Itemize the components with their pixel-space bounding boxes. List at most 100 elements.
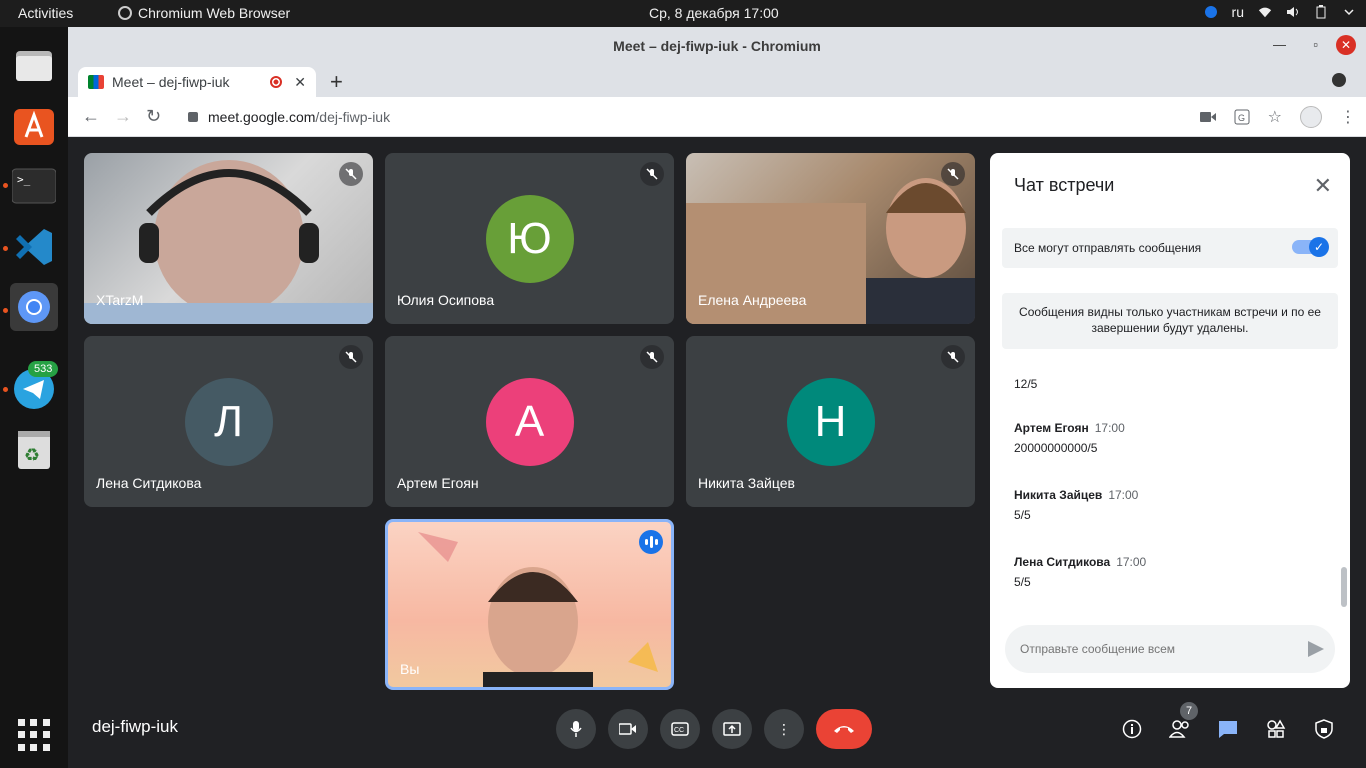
message-text: 20000000000/5	[1014, 441, 1098, 455]
show-applications-icon[interactable]	[18, 719, 50, 751]
mic-toggle-button[interactable]	[556, 709, 596, 749]
meet-stage: XTarzM Ю Юлия Осипова Елена Андреева Л Л…	[68, 137, 1366, 768]
vscode-icon[interactable]	[10, 223, 58, 271]
keyboard-layout[interactable]: ru	[1232, 4, 1244, 20]
chat-message-input[interactable]	[1005, 625, 1335, 673]
leave-call-button[interactable]	[816, 709, 872, 749]
present-screen-button[interactable]	[712, 709, 752, 749]
meeting-code: dej-fiwp-iuk	[92, 717, 178, 736]
window-title-bar: Meet – dej-fiwp-iuk - Chromium — ▫ ✕	[68, 27, 1366, 65]
participant-tile[interactable]: Ю Юлия Осипова	[385, 153, 674, 324]
svg-text:♻: ♻	[24, 445, 40, 465]
system-top-bar: Activities Chromium Web Browser Ср, 8 де…	[0, 0, 1366, 27]
allow-messages-label: Все могут отправлять сообщения	[1014, 241, 1202, 255]
maximize-button[interactable]: ▫	[1313, 37, 1318, 52]
trash-icon[interactable]: ♻	[10, 425, 58, 473]
chat-scrollbar[interactable]	[1341, 567, 1347, 607]
participants-count-badge: 7	[1180, 702, 1198, 720]
meeting-details-button[interactable]	[1118, 715, 1146, 743]
mic-off-icon	[640, 345, 664, 369]
host-controls-button[interactable]	[1310, 715, 1338, 743]
chat-panel: Чат встречи ✕ Все могут отправлять сообщ…	[990, 153, 1350, 688]
meet-favicon-icon	[88, 75, 104, 89]
mic-off-icon	[640, 162, 664, 186]
shield-lock-icon	[1315, 719, 1333, 739]
allow-messages-toggle[interactable]: ✓	[1292, 237, 1329, 257]
new-tab-button[interactable]: +	[330, 69, 343, 95]
camera-in-use-icon[interactable]	[1199, 111, 1216, 123]
captions-button[interactable]: CC	[660, 709, 700, 749]
activities-button[interactable]: Activities	[18, 5, 73, 21]
translate-icon[interactable]: G	[1234, 109, 1250, 125]
lock-icon[interactable]	[188, 112, 198, 122]
terminal-icon[interactable]: >_	[10, 161, 58, 209]
clock[interactable]: Ср, 8 декабря 17:00	[649, 5, 779, 21]
chat-title: Чат встречи	[1014, 175, 1115, 195]
chromium-dock-icon[interactable]	[10, 283, 58, 331]
participant-name: XTarzM	[96, 292, 144, 308]
svg-text:G: G	[1238, 113, 1245, 123]
chat-notice: Сообщения видны только участникам встреч…	[1002, 293, 1338, 349]
participant-tile[interactable]: Н Никита Зайцев	[686, 336, 975, 507]
close-chat-icon[interactable]: ✕	[1314, 173, 1332, 199]
speaking-indicator-icon	[639, 530, 663, 554]
url-host: meet.google.com	[208, 109, 316, 125]
allow-messages-row: Все могут отправлять сообщения ✓	[1002, 228, 1338, 268]
mic-icon	[570, 721, 582, 737]
participant-tile[interactable]: XTarzM	[84, 153, 373, 324]
message-author: Никита Зайцев	[1014, 488, 1103, 502]
bookmark-star-icon[interactable]: ☆	[1268, 107, 1282, 127]
participant-tile[interactable]: А Артем Егоян	[385, 336, 674, 507]
participant-avatar: А	[485, 377, 574, 466]
participant-avatar: Н	[786, 377, 875, 466]
camera-toggle-button[interactable]	[608, 709, 648, 749]
url-path: /dej-fiwp-iuk	[315, 109, 391, 125]
app-menu[interactable]: Chromium Web Browser	[118, 5, 290, 21]
participant-avatar: Л	[184, 377, 273, 466]
tab-meet[interactable]: Meet – dej-fiwp-iuk ✕	[78, 67, 316, 97]
chat-icon	[1219, 721, 1237, 738]
minimize-button[interactable]: —	[1273, 37, 1286, 52]
close-window-button[interactable]: ✕	[1336, 35, 1356, 55]
more-vert-icon: ⋮	[777, 720, 791, 737]
chromium-icon	[118, 6, 132, 20]
people-icon	[1169, 720, 1189, 738]
running-indicator	[3, 308, 8, 313]
more-options-button[interactable]: ⋮	[764, 709, 804, 749]
reload-icon[interactable]: ↻	[146, 106, 161, 127]
participant-name: Никита Зайцев	[698, 475, 795, 491]
self-video-tile[interactable]: Вы	[385, 519, 674, 690]
present-icon	[723, 722, 741, 736]
back-icon[interactable]: ←	[82, 106, 100, 127]
participant-tile[interactable]: Л Лена Ситдикова	[84, 336, 373, 507]
browser-menu-icon[interactable]: ⋮	[1340, 107, 1356, 127]
chat-message: Никита Зайцев 17:00 5/5	[1014, 488, 1138, 522]
chat-message: Артем Егоян 17:00 20000000000/5	[1014, 421, 1125, 455]
mic-off-icon	[339, 162, 363, 186]
activities-button[interactable]	[1262, 715, 1290, 743]
profile-avatar-icon[interactable]	[1300, 106, 1322, 128]
activities-shapes-icon	[1267, 719, 1286, 738]
files-app-icon[interactable]	[10, 41, 58, 89]
forward-icon[interactable]: →	[114, 106, 132, 127]
chat-button[interactable]	[1214, 715, 1242, 743]
self-video	[418, 532, 658, 687]
close-tab-icon[interactable]: ✕	[294, 74, 306, 91]
participant-name: Артем Егоян	[397, 475, 479, 491]
browser-toolbar: ← → ↻ meet.google.com/dej-fiwp-iuk G ☆ ⋮	[68, 97, 1366, 137]
address-bar[interactable]: meet.google.com/dej-fiwp-iuk	[178, 102, 1268, 132]
self-label: Вы	[400, 661, 420, 677]
app-center-icon[interactable]	[10, 101, 58, 149]
telegram-unread-badge: 533	[28, 361, 59, 377]
captions-icon: CC	[671, 722, 689, 736]
tab-search-icon[interactable]	[1332, 73, 1346, 87]
participant-tile[interactable]: Елена Андреева	[686, 153, 975, 324]
system-tray[interactable]: ru	[1204, 4, 1356, 20]
message-text: 12/5	[1014, 377, 1038, 391]
chat-message-list[interactable]: 12/5 Артем Егоян 17:00 20000000000/5 Ники…	[990, 353, 1350, 613]
info-icon	[1122, 719, 1142, 739]
running-indicator	[3, 387, 8, 392]
running-indicator	[3, 246, 8, 251]
mic-off-icon	[339, 345, 363, 369]
send-icon[interactable]	[1308, 641, 1324, 657]
